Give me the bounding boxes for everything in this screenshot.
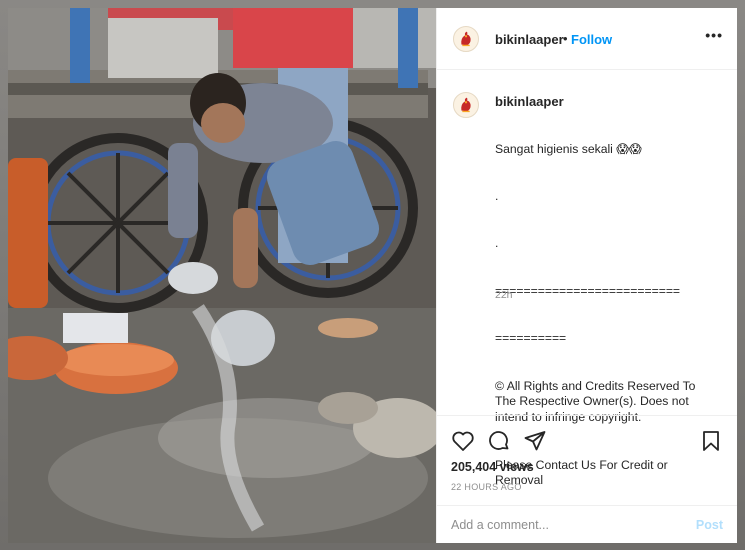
comment-icon[interactable] (487, 429, 511, 453)
caption-line: ========================== (495, 283, 681, 298)
share-icon[interactable] (523, 429, 547, 453)
comment-bar: Post (437, 505, 737, 543)
caption-line: . (495, 188, 499, 203)
comment-input[interactable] (451, 516, 681, 534)
caption-line: . (495, 236, 499, 251)
username-link[interactable]: bikinlaaper (495, 32, 564, 47)
heart-icon[interactable] (451, 429, 475, 453)
bookmark-icon[interactable] (699, 429, 723, 453)
post-comment-button[interactable]: Post (696, 518, 723, 532)
header-separator: • (563, 31, 568, 46)
post-modal: bikinlaaper • Follow ••• bikinlaaper San… (8, 8, 737, 543)
video-frame (8, 8, 436, 543)
rooster-logo-icon (461, 31, 471, 47)
rooster-logo-icon (461, 97, 471, 113)
post-sidebar: bikinlaaper • Follow ••• bikinlaaper San… (436, 8, 737, 543)
caption-username[interactable]: bikinlaaper (495, 94, 564, 109)
follow-button[interactable]: Follow (571, 32, 612, 47)
caption-line: Sangat higienis sekali 😱😱 (495, 141, 642, 156)
view-count[interactable]: 205,404 views (451, 460, 534, 474)
avatar[interactable] (453, 26, 479, 52)
caption-timestamp[interactable]: 22h (495, 289, 513, 301)
post-header: bikinlaaper • Follow ••• (437, 8, 737, 70)
caption-avatar[interactable] (453, 92, 479, 118)
action-bar: 205,404 views 22 HOURS AGO (437, 415, 737, 505)
post-video[interactable] (8, 8, 436, 543)
caption-line: ========== (495, 331, 567, 346)
more-options-icon[interactable]: ••• (705, 28, 723, 42)
post-timestamp[interactable]: 22 HOURS AGO (451, 482, 522, 492)
